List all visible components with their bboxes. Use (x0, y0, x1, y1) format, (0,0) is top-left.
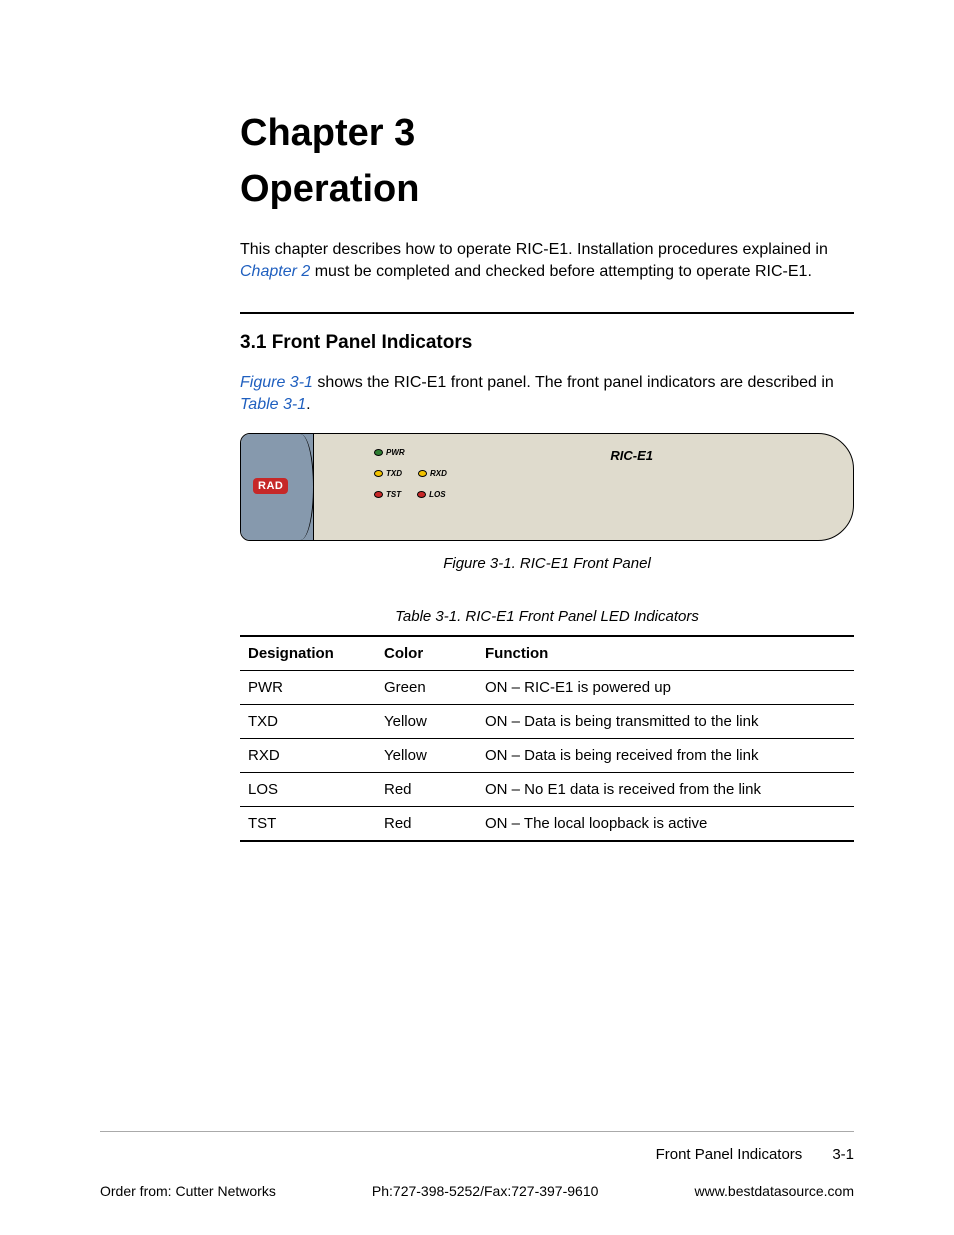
cell-designation: TXD (240, 705, 376, 739)
cell-color: Red (376, 773, 477, 807)
device-face: RIC-E1 PWR TXD RXD TST LOS (314, 434, 853, 540)
cell-designation: LOS (240, 773, 376, 807)
intro-paragraph: This chapter describes how to operate RI… (240, 239, 854, 282)
cell-function: ON – Data is being received from the lin… (477, 739, 854, 773)
cell-designation: PWR (240, 671, 376, 705)
led-rxd: RXD (418, 469, 447, 478)
link-figure-3-1[interactable]: Figure 3-1 (240, 374, 313, 391)
led-tst: TST (374, 490, 401, 499)
led-los-icon (417, 491, 426, 498)
figure-caption: Figure 3-1. RIC-E1 Front Panel (240, 555, 854, 572)
table-row: RXD Yellow ON – Data is being received f… (240, 739, 854, 773)
chapter-number: Chapter 3 (240, 110, 854, 158)
figure-device-front-panel: RAD RIC-E1 PWR TXD RXD TST LOS (240, 433, 854, 541)
table-caption: Table 3-1. RIC-E1 Front Panel LED Indica… (240, 608, 854, 625)
cell-color: Red (376, 807, 477, 842)
cell-designation: RXD (240, 739, 376, 773)
cell-color: Yellow (376, 739, 477, 773)
led-txd-icon (374, 470, 383, 477)
table-row: TXD Yellow ON – Data is being transmitte… (240, 705, 854, 739)
device-product-label: RIC-E1 (610, 448, 653, 463)
led-pwr: PWR (374, 448, 405, 457)
section-heading: 3.1 Front Panel Indicators (240, 332, 854, 354)
table-row: TST Red ON – The local loopback is activ… (240, 807, 854, 842)
led-pwr-icon (374, 449, 383, 456)
led-rxd-icon (418, 470, 427, 477)
led-txd: TXD (374, 469, 402, 478)
cell-function: ON – Data is being transmitted to the li… (477, 705, 854, 739)
cell-function: ON – No E1 data is received from the lin… (477, 773, 854, 807)
table-header-row: Designation Color Function (240, 636, 854, 671)
device-left-cap: RAD (241, 434, 314, 540)
cell-function: ON – RIC-E1 is powered up (477, 671, 854, 705)
led-table: Designation Color Function PWR Green ON … (240, 635, 854, 842)
section-body: Figure 3-1 shows the RIC-E1 front panel.… (240, 372, 854, 415)
cell-color: Yellow (376, 705, 477, 739)
intro-pre: This chapter describes how to operate RI… (240, 241, 828, 258)
link-table-3-1[interactable]: Table 3-1 (240, 396, 306, 413)
cell-function: ON – The local loopback is active (477, 807, 854, 842)
footer-phone: Ph:727-398-5252/Fax:727-397-9610 (372, 1183, 599, 1199)
footer-order: Order from: Cutter Networks (100, 1183, 276, 1199)
cell-color: Green (376, 671, 477, 705)
th-designation: Designation (240, 636, 376, 671)
led-los: LOS (417, 490, 445, 499)
led-txd-label: TXD (386, 469, 402, 478)
table-row: PWR Green ON – RIC-E1 is powered up (240, 671, 854, 705)
footer-url: www.bestdatasource.com (694, 1183, 854, 1199)
page-footer: Front Panel Indicators 3-1 Order from: C… (100, 1131, 854, 1199)
chapter-title: Operation (240, 166, 854, 214)
led-pwr-label: PWR (386, 448, 405, 457)
led-tst-label: TST (386, 490, 401, 499)
section-rule (240, 312, 854, 314)
rad-badge: RAD (253, 478, 288, 494)
led-los-label: LOS (429, 490, 445, 499)
section-body-tail: . (306, 396, 310, 413)
led-rxd-label: RXD (430, 469, 447, 478)
table-row: LOS Red ON – No E1 data is received from… (240, 773, 854, 807)
footer-section: Front Panel Indicators (656, 1146, 803, 1163)
th-color: Color (376, 636, 477, 671)
section-body-mid: shows the RIC-E1 front panel. The front … (313, 374, 834, 391)
led-tst-icon (374, 491, 383, 498)
footer-separator (100, 1131, 854, 1132)
th-function: Function (477, 636, 854, 671)
link-chapter-2[interactable]: Chapter 2 (240, 263, 310, 280)
cell-designation: TST (240, 807, 376, 842)
footer-page-number: 3-1 (832, 1146, 854, 1163)
intro-post: must be completed and checked before att… (310, 263, 812, 280)
